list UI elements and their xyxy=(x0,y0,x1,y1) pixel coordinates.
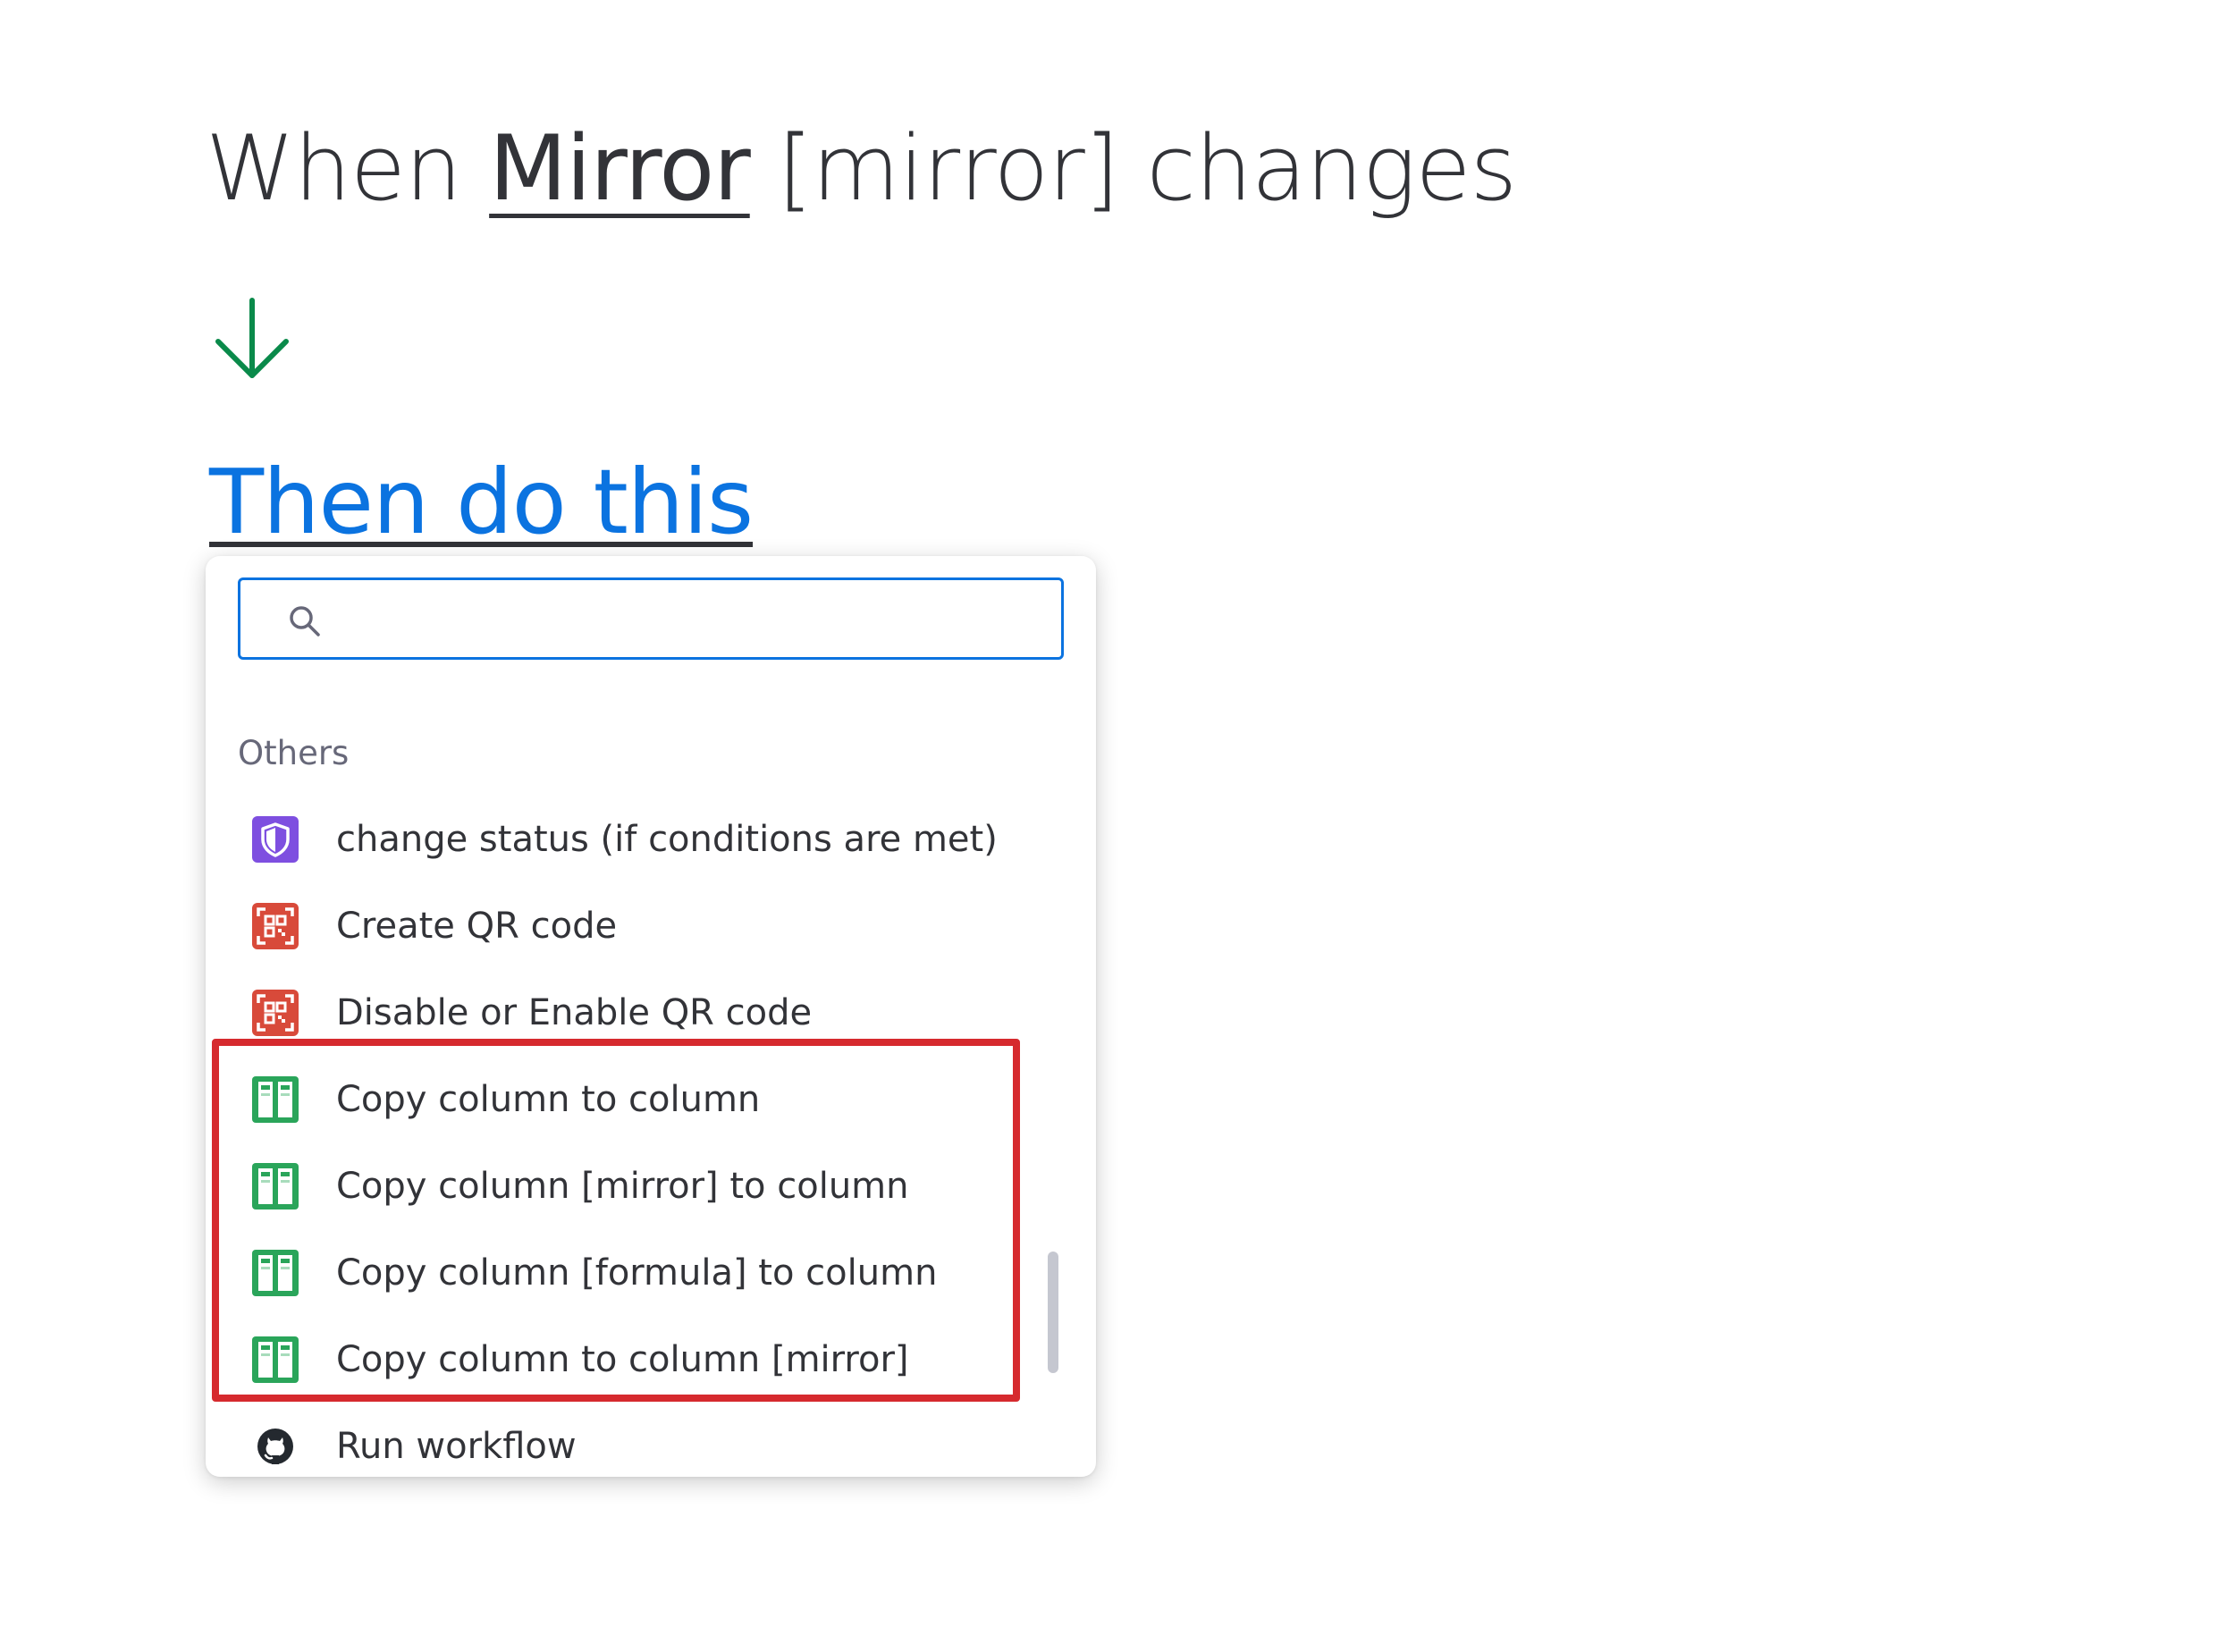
then-do-this-link[interactable]: Then do this xyxy=(209,440,754,565)
menu-item-create-qr-code[interactable]: Create QR code xyxy=(238,886,1042,966)
shield-icon xyxy=(252,816,299,863)
columns-icon xyxy=(252,1250,299,1296)
menu-item-label: Copy column to column xyxy=(336,1079,761,1120)
menu-item-change-status[interactable]: change status (if conditions are met) xyxy=(238,799,1042,880)
trigger-column-link[interactable]: Mirror xyxy=(489,115,751,221)
columns-icon xyxy=(252,1336,299,1383)
menu-item-label: change status (if conditions are met) xyxy=(336,819,998,860)
menu-item-label: Copy column to column [mirror] xyxy=(336,1339,909,1380)
menu-item-disable-enable-qr-code[interactable]: Disable or Enable QR code xyxy=(238,973,1042,1053)
menu-item-copy-column-to-column[interactable]: Copy column to column xyxy=(238,1059,1042,1140)
search-input[interactable] xyxy=(339,593,1040,646)
qr-code-icon xyxy=(252,990,299,1036)
action-dropdown: Others change status (if conditions are … xyxy=(206,556,1096,1477)
menu-item-label: Disable or Enable QR code xyxy=(336,992,813,1033)
github-icon xyxy=(257,1429,293,1464)
menu-item-label: Run workflow xyxy=(336,1426,577,1467)
dropdown-scrollbar[interactable] xyxy=(1048,1252,1058,1373)
menu-item-run-workflow[interactable]: Run workflow xyxy=(238,1406,1042,1477)
menu-item-copy-column-to-column-mirror[interactable]: Copy column to column [mirror] xyxy=(238,1319,1042,1400)
menu-item-label: Copy column [formula] to column xyxy=(336,1252,938,1294)
menu-item-copy-column-formula-to-column[interactable]: Copy column [formula] to column xyxy=(238,1233,1042,1313)
menu-item-label: Copy column [mirror] to column xyxy=(336,1166,909,1207)
menu-item-label: Create QR code xyxy=(336,906,618,947)
trigger-prefix: When xyxy=(206,115,462,221)
section-title-others: Others xyxy=(238,734,350,772)
columns-icon xyxy=(252,1163,299,1210)
qr-code-icon xyxy=(252,903,299,949)
columns-icon xyxy=(252,1076,299,1123)
menu-item-copy-column-mirror-to-column[interactable]: Copy column [mirror] to column xyxy=(238,1146,1042,1226)
arrow-down-icon xyxy=(215,298,289,378)
trigger-sentence: When Mirror [mirror] changes xyxy=(206,105,1517,231)
trigger-suffix: [mirror] changes xyxy=(777,115,1517,221)
search-box[interactable] xyxy=(238,577,1064,660)
search-icon xyxy=(290,606,320,636)
